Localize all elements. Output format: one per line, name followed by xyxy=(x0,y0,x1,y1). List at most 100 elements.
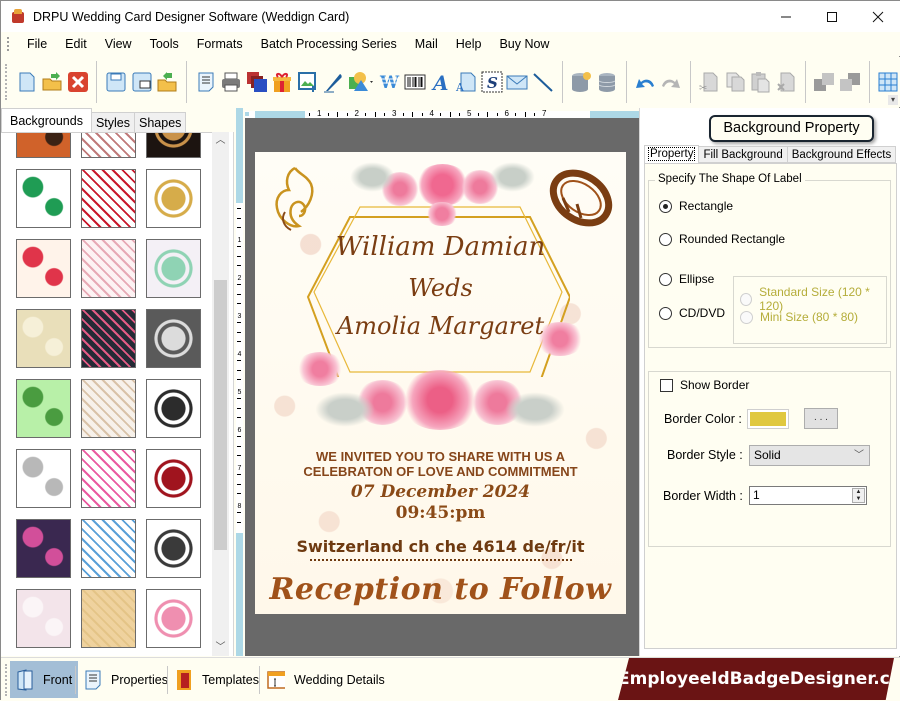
menu-formats[interactable]: Formats xyxy=(188,32,252,56)
background-thumbnail-bg-rose-petals[interactable] xyxy=(81,169,136,228)
line-button[interactable] xyxy=(532,70,555,94)
background-thumbnail-bg-paisley[interactable] xyxy=(16,519,71,578)
menu-file[interactable]: File xyxy=(18,32,56,56)
background-thumbnail-bg-sakura[interactable] xyxy=(146,589,201,648)
wordart-button[interactable]: W xyxy=(379,70,402,94)
bride-name[interactable]: Amolia Margaret xyxy=(255,312,626,340)
menu-edit[interactable]: Edit xyxy=(56,32,96,56)
event-time[interactable]: 09:45:pm xyxy=(255,503,626,523)
barcode-button[interactable] xyxy=(404,70,427,94)
bring-forward-button[interactable] xyxy=(813,70,836,94)
background-thumbnail-bg-orange-calligraphy[interactable] xyxy=(16,133,71,158)
background-thumbnail-bg-pink-butterflies[interactable] xyxy=(81,449,136,508)
background-thumbnail-bg-grey-lace[interactable] xyxy=(146,309,201,368)
insert-image-button[interactable] xyxy=(296,70,319,94)
background-thumbnail-bg-mandala[interactable] xyxy=(146,239,201,298)
radio-rounded-rectangle-dot[interactable] xyxy=(659,232,672,246)
tab-backgrounds[interactable]: Backgrounds xyxy=(1,108,92,132)
menu-batch-processing[interactable]: Batch Processing Series xyxy=(252,32,406,56)
mail-button[interactable] xyxy=(506,70,529,94)
save-button[interactable] xyxy=(105,70,128,94)
paste-button[interactable] xyxy=(749,70,772,94)
background-thumbnail-bg-beige-floral[interactable] xyxy=(81,379,136,438)
text-box-button[interactable]: A xyxy=(455,70,478,94)
radio-rectangle[interactable]: Rectangle xyxy=(659,199,733,213)
minimize-button[interactable] xyxy=(763,1,809,32)
invitation-line-1[interactable]: WE INVITED YOU TO SHARE WITH US A xyxy=(255,449,626,464)
background-thumbnail-bg-colorful-flowers[interactable] xyxy=(81,519,136,578)
menu-help[interactable]: Help xyxy=(447,32,491,56)
radio-standard-size-dot[interactable] xyxy=(740,292,753,306)
background-thumbnail-bg-crescent-star[interactable] xyxy=(146,169,201,228)
close-button[interactable] xyxy=(855,1,900,32)
wedding-details-button[interactable]: Wedding Details xyxy=(261,661,391,698)
gift-button[interactable] xyxy=(271,70,294,94)
copy-button[interactable] xyxy=(724,70,747,94)
menu-tools[interactable]: Tools xyxy=(141,32,188,56)
tab-fill-background[interactable]: Fill Background xyxy=(698,146,788,163)
event-date[interactable]: 07 December 2024 xyxy=(255,482,626,502)
background-thumbnail-bg-black-floral[interactable] xyxy=(146,133,201,158)
background-thumbnail-bg-ik-onkar[interactable] xyxy=(146,449,201,508)
background-thumbnail-bg-leaf-ganesha[interactable] xyxy=(16,169,71,228)
background-thumbnail-bg-green-ornament[interactable] xyxy=(16,379,71,438)
background-thumbnail-bg-sand[interactable] xyxy=(81,589,136,648)
tab-property[interactable]: Property xyxy=(644,145,700,163)
tab-background-effects[interactable]: Background Effects xyxy=(786,146,897,163)
background-thumbnail-bg-pink-marble[interactable] xyxy=(16,589,71,648)
layers-button[interactable] xyxy=(245,70,268,94)
radio-rectangle-dot[interactable] xyxy=(659,199,672,213)
radio-cd-dvd[interactable]: CD/DVD xyxy=(659,306,725,320)
signature-button[interactable] xyxy=(322,70,345,94)
radio-rounded-rectangle[interactable]: Rounded Rectangle xyxy=(659,232,785,246)
menu-view[interactable]: View xyxy=(96,32,141,56)
brand-banner[interactable]: EmployeeIdBadgeDesigner.com xyxy=(618,658,894,700)
groom-name[interactable]: William Damian xyxy=(255,232,626,262)
scroll-down-icon[interactable]: ﹀ xyxy=(212,639,229,656)
close-file-button[interactable] xyxy=(66,70,89,94)
shapes-dropdown-button[interactable] xyxy=(348,70,376,94)
stepper-down-icon[interactable]: ▼ xyxy=(853,496,864,503)
background-thumbnail-bg-sketch-couple[interactable] xyxy=(146,519,201,578)
properties-tool-button[interactable] xyxy=(194,70,217,94)
radio-mini-size[interactable]: Mini Size (80 * 80) xyxy=(740,310,858,324)
tab-styles[interactable]: Styles xyxy=(90,112,136,132)
invitation-line-2[interactable]: CELEBRATON OF LOVE AND COMMITMENT xyxy=(255,464,626,479)
radio-cd-dvd-dot[interactable] xyxy=(659,306,672,320)
properties-button[interactable]: Properties xyxy=(78,661,174,698)
border-width-stepper[interactable]: 1 ▲ ▼ xyxy=(749,486,867,505)
background-thumbnail-bg-cream-rose[interactable] xyxy=(16,309,71,368)
scrollbar-thumb[interactable] xyxy=(214,280,227,550)
wedding-card[interactable]: William Damian Weds Amolia Margaret WE I… xyxy=(255,152,626,614)
weds-text[interactable]: Weds xyxy=(255,274,626,302)
send-backward-button[interactable] xyxy=(839,70,862,94)
stepper-up-icon[interactable]: ▲ xyxy=(853,489,864,496)
show-border-box[interactable] xyxy=(660,378,673,392)
radio-ellipse[interactable]: Ellipse xyxy=(659,272,714,286)
background-thumbnail-bg-pink-lace[interactable] xyxy=(81,239,136,298)
background-thumbnail-bg-bw-pattern[interactable] xyxy=(146,379,201,438)
menu-buy-now[interactable]: Buy Now xyxy=(490,32,558,56)
toolbar-overflow-button[interactable]: ▾ xyxy=(888,95,898,105)
redo-button[interactable] xyxy=(660,70,683,94)
background-thumbnail-bg-elephant[interactable] xyxy=(81,133,136,158)
delete-button[interactable] xyxy=(775,70,798,94)
symbol-button[interactable]: S xyxy=(481,70,504,94)
database-button[interactable] xyxy=(596,70,619,94)
open-button[interactable] xyxy=(41,70,64,94)
cut-button[interactable]: ✂ xyxy=(698,70,721,94)
background-thumbnail-bg-hearts[interactable] xyxy=(16,239,71,298)
templates-button[interactable]: Templates xyxy=(169,661,265,698)
show-border-checkbox[interactable]: Show Border xyxy=(660,378,749,392)
new-button[interactable] xyxy=(15,70,38,94)
maximize-button[interactable] xyxy=(809,1,855,32)
radio-ellipse-dot[interactable] xyxy=(659,272,672,286)
print-button[interactable] xyxy=(220,70,243,94)
reception-text[interactable]: Reception to Follow xyxy=(255,572,626,607)
export-button[interactable] xyxy=(156,70,179,94)
background-thumbnail-bg-swans[interactable] xyxy=(16,449,71,508)
save-as-button[interactable] xyxy=(130,70,153,94)
border-style-select[interactable]: Solid ﹀ xyxy=(749,445,870,466)
stepper-arrows[interactable]: ▲ ▼ xyxy=(852,488,865,503)
radio-standard-size[interactable]: Standard Size (120 * 120) xyxy=(740,285,886,313)
